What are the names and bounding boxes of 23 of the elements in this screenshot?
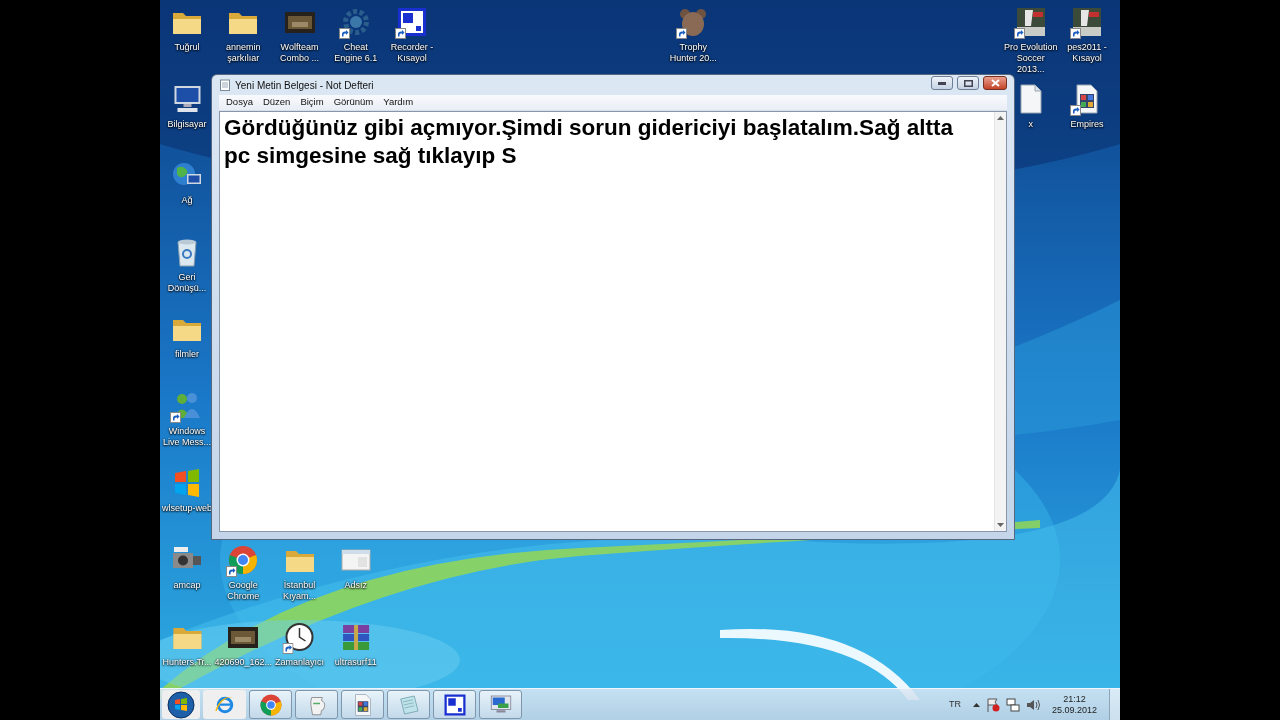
desktop-icon[interactable]: pes2011 - Kısayol [1060, 5, 1114, 64]
desktop-icon[interactable]: Empires [1070, 82, 1104, 130]
menu-item[interactable]: Biçim [295, 95, 329, 110]
desktop-icon[interactable]: Ağ [170, 158, 204, 206]
desktop-icon[interactable]: annemin şarkılıar [216, 5, 271, 64]
clock[interactable]: 21:12 25.09.2012 [1051, 693, 1097, 716]
desktop-icon[interactable]: Bilgisayar [167, 82, 207, 130]
desktop-icon[interactable]: Trophy Hunter 20... [666, 5, 721, 64]
menu-item[interactable]: Görünüm [328, 95, 379, 110]
desktop-icon[interactable]: Tuğrul [170, 5, 204, 53]
language-indicator[interactable]: TR [948, 697, 961, 712]
menu-item[interactable]: Düzen [257, 95, 296, 110]
window-title: Yeni Metin Belgesi - Not Defteri [235, 78, 374, 93]
desktop-icon[interactable]: Geri Dönüşü... [160, 235, 214, 294]
desktop-icon[interactable]: Windows Live Mess... [160, 389, 214, 448]
desktop-icon[interactable]: filmler [170, 312, 204, 360]
menu-item[interactable]: Yardım [378, 95, 419, 110]
desktop-icon[interactable]: x [1013, 82, 1048, 130]
menu-item[interactable]: Dosya [221, 95, 258, 110]
desktop-icon[interactable]: Pro Evolution Soccer 2013... [1003, 5, 1058, 75]
desktop-icon[interactable]: Wolfteam Combo ... [272, 5, 327, 64]
desktop-icon[interactable]: Recorder - Kısayol [385, 5, 439, 64]
desktop-icon[interactable]: Cheat Engine 6.1 [328, 5, 383, 64]
